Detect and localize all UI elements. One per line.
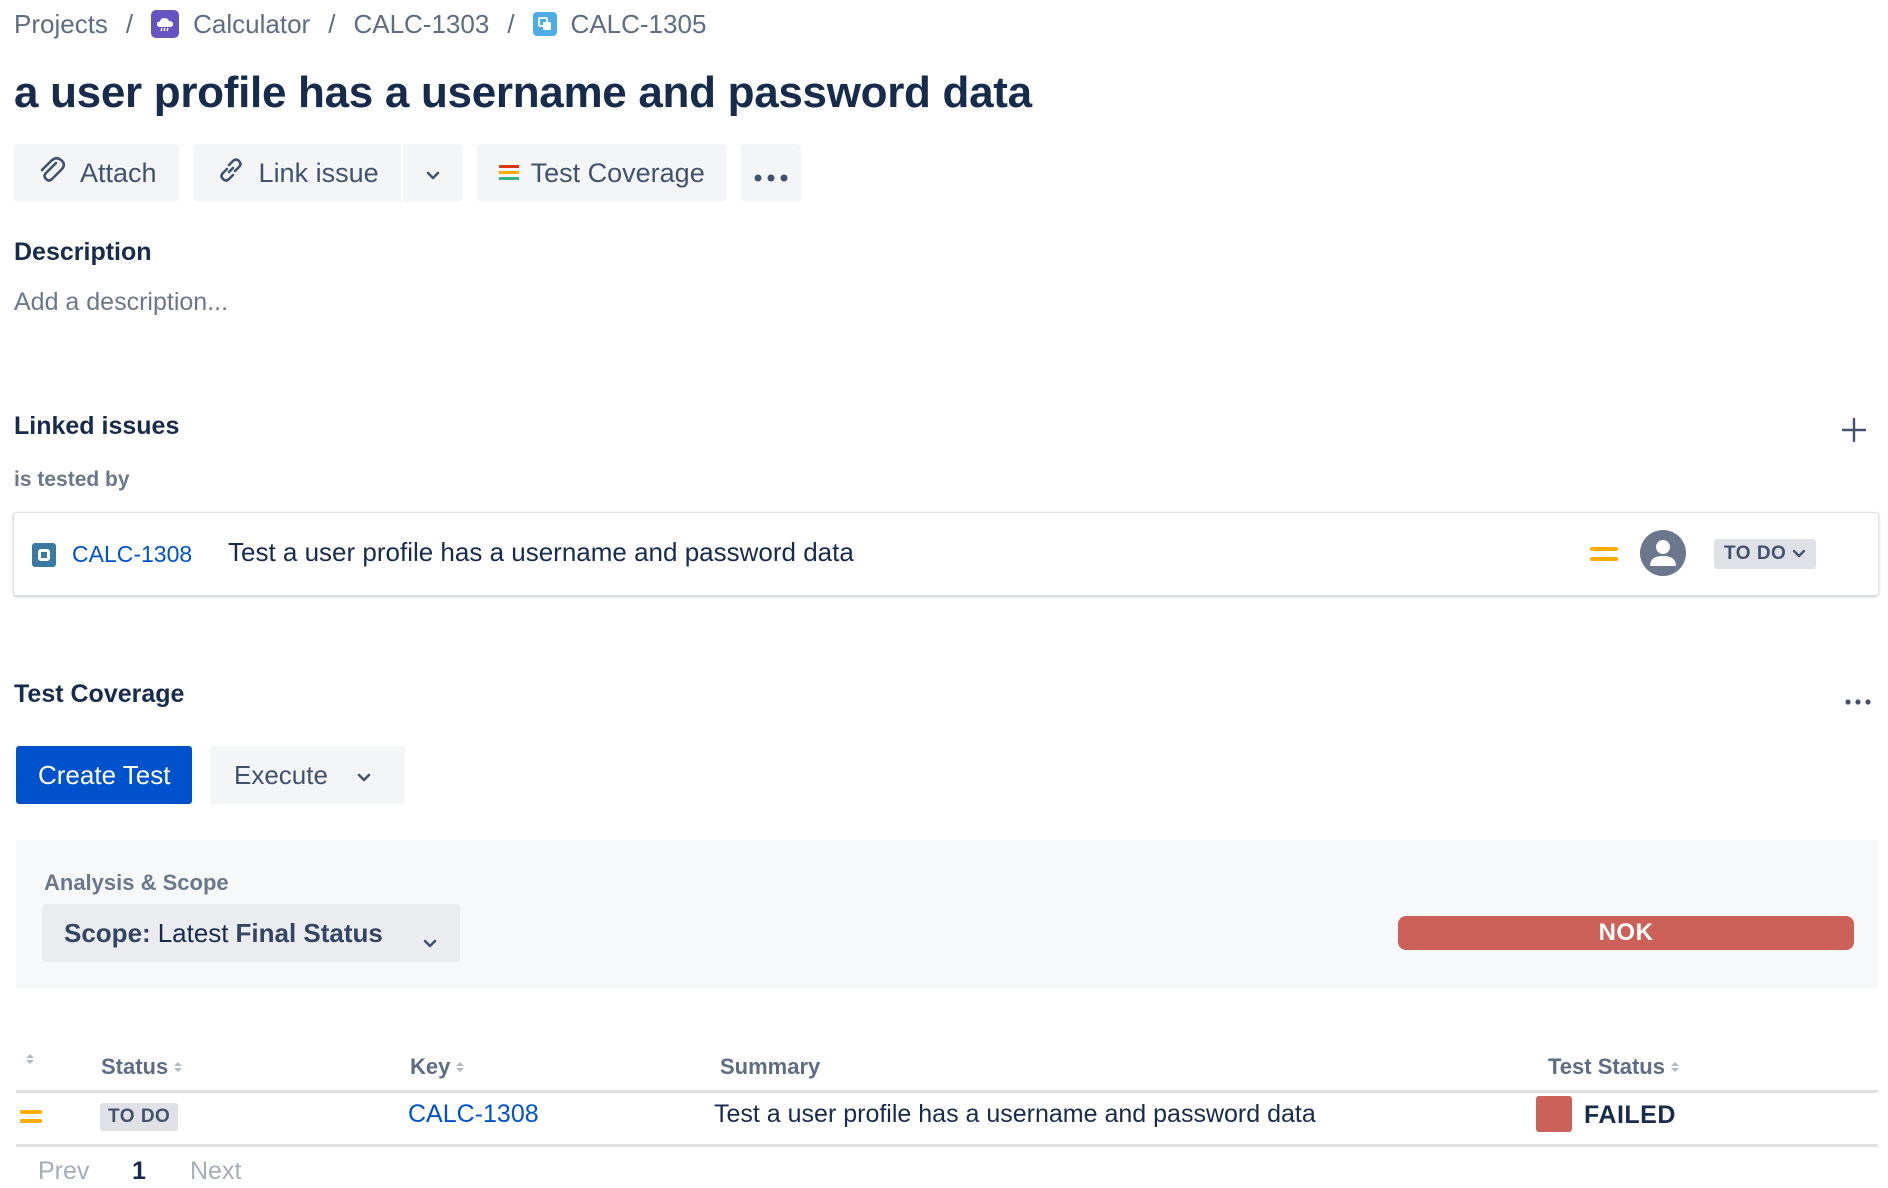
link-issue-group: Link issue bbox=[192, 144, 463, 202]
analysis-scope-label: Analysis & Scope bbox=[44, 870, 229, 895]
paperclip-icon bbox=[36, 154, 68, 193]
test-status-column-header[interactable]: Test Status bbox=[1548, 1054, 1679, 1080]
scope-mid: Latest bbox=[157, 917, 229, 948]
create-test-button[interactable]: Create Test bbox=[16, 746, 193, 804]
cloud-icon bbox=[151, 10, 180, 38]
key-column-label: Key bbox=[410, 1054, 451, 1079]
breadcrumb-project[interactable]: Calculator bbox=[151, 9, 310, 40]
row-test-status: FAILED bbox=[1584, 1101, 1676, 1129]
sort-icon bbox=[456, 1062, 465, 1072]
plus-icon bbox=[1838, 417, 1870, 450]
priority-medium-icon bbox=[1590, 543, 1618, 563]
more-actions-button[interactable] bbox=[740, 144, 801, 202]
breadcrumb-separator: / bbox=[507, 8, 515, 39]
chevron-down-icon bbox=[356, 760, 372, 791]
sort-icon bbox=[26, 1054, 34, 1064]
sort-icon bbox=[174, 1062, 183, 1072]
chevron-down-icon bbox=[425, 158, 441, 189]
unassigned-avatar-icon[interactable] bbox=[1640, 530, 1686, 576]
linked-issue-key[interactable]: CALC-1308 bbox=[72, 541, 192, 568]
more-horizontal-icon bbox=[1844, 694, 1872, 711]
test-coverage-more-button[interactable] bbox=[1844, 694, 1872, 705]
test-coverage-label: Test Coverage bbox=[530, 157, 705, 188]
breadcrumb: Projects / Calculator / CALC-1303 / CALC… bbox=[14, 6, 706, 42]
linked-issue-summary[interactable]: Test a user profile has a username and p… bbox=[228, 537, 854, 568]
test-status-swatch bbox=[1536, 1096, 1572, 1132]
pagination-prev[interactable]: Prev bbox=[38, 1154, 89, 1188]
breadcrumb-separator: / bbox=[328, 8, 336, 39]
status-column-header[interactable]: Status bbox=[101, 1054, 183, 1080]
table-divider bbox=[16, 1144, 1878, 1147]
pagination-next[interactable]: Next bbox=[190, 1154, 241, 1188]
test-coverage-heading: Test Coverage bbox=[14, 680, 185, 708]
issue-toolbar: Attach Link issue Test Coverage bbox=[14, 144, 801, 202]
link-issue-dropdown-button[interactable] bbox=[403, 144, 463, 202]
execute-dropdown-button[interactable]: Execute bbox=[210, 746, 405, 804]
add-linked-issue-button[interactable] bbox=[1838, 414, 1870, 446]
issue-type-icon bbox=[532, 12, 557, 36]
row-summary: Test a user profile has a username and p… bbox=[714, 1100, 1316, 1128]
scope-prefix: Scope: bbox=[64, 917, 151, 948]
test-status-column-label: Test Status bbox=[1548, 1054, 1665, 1079]
priority-medium-icon bbox=[20, 1108, 42, 1124]
status-label: TO DO bbox=[1724, 543, 1787, 564]
breadcrumb-projects[interactable]: Projects bbox=[14, 9, 108, 40]
execute-label: Execute bbox=[234, 759, 328, 790]
attach-button[interactable]: Attach bbox=[14, 144, 179, 202]
row-status-lozenge: TO DO bbox=[100, 1103, 179, 1131]
link-issue-label: Link issue bbox=[258, 157, 379, 188]
linked-issue-status-dropdown[interactable]: TO DO bbox=[1714, 539, 1817, 569]
breadcrumb-project-label: Calculator bbox=[193, 8, 311, 39]
attach-label: Attach bbox=[80, 157, 157, 188]
breadcrumb-parent[interactable]: CALC-1303 bbox=[353, 9, 489, 40]
status-column-label: Status bbox=[101, 1054, 169, 1079]
breadcrumb-separator: / bbox=[125, 8, 134, 39]
link-issue-button[interactable]: Link issue bbox=[193, 144, 401, 202]
coverage-status-bar[interactable]: NOK bbox=[1398, 916, 1854, 950]
priority-column-header[interactable] bbox=[26, 1054, 34, 1064]
more-horizontal-icon bbox=[754, 158, 788, 189]
linked-issue-row[interactable]: CALC-1308 Test a user profile has a user… bbox=[13, 512, 1879, 596]
description-heading: Description bbox=[14, 238, 152, 266]
link-icon bbox=[215, 154, 247, 193]
table-divider bbox=[16, 1090, 1878, 1093]
scope-value: Final Status bbox=[235, 917, 383, 948]
linked-issues-heading: Linked issues bbox=[14, 412, 180, 440]
chevron-down-icon bbox=[1792, 543, 1806, 565]
breadcrumb-current-label: CALC-1305 bbox=[570, 8, 707, 39]
link-relation-label: is tested by bbox=[14, 468, 130, 491]
breadcrumb-current[interactable]: CALC-1305 bbox=[532, 8, 707, 40]
pagination-page-1[interactable]: 1 bbox=[132, 1154, 146, 1188]
key-column-header[interactable]: Key bbox=[410, 1054, 465, 1080]
coverage-bars-icon bbox=[498, 158, 519, 189]
scope-select[interactable]: Scope: Latest Final Status bbox=[42, 904, 460, 962]
test-coverage-button[interactable]: Test Coverage bbox=[476, 144, 727, 202]
page-title[interactable]: a user profile has a username and passwo… bbox=[14, 68, 1032, 118]
summary-column-header: Summary bbox=[720, 1054, 820, 1080]
chevron-down-icon bbox=[422, 926, 438, 957]
row-key-link[interactable]: CALC-1308 bbox=[408, 1100, 539, 1129]
analysis-scope-panel: Analysis & Scope Scope: Latest Final Sta… bbox=[16, 840, 1878, 988]
sort-icon bbox=[1670, 1062, 1679, 1072]
summary-column-label: Summary bbox=[720, 1054, 821, 1079]
test-issue-type-icon bbox=[32, 543, 56, 567]
description-field[interactable]: Add a description... bbox=[14, 288, 228, 317]
